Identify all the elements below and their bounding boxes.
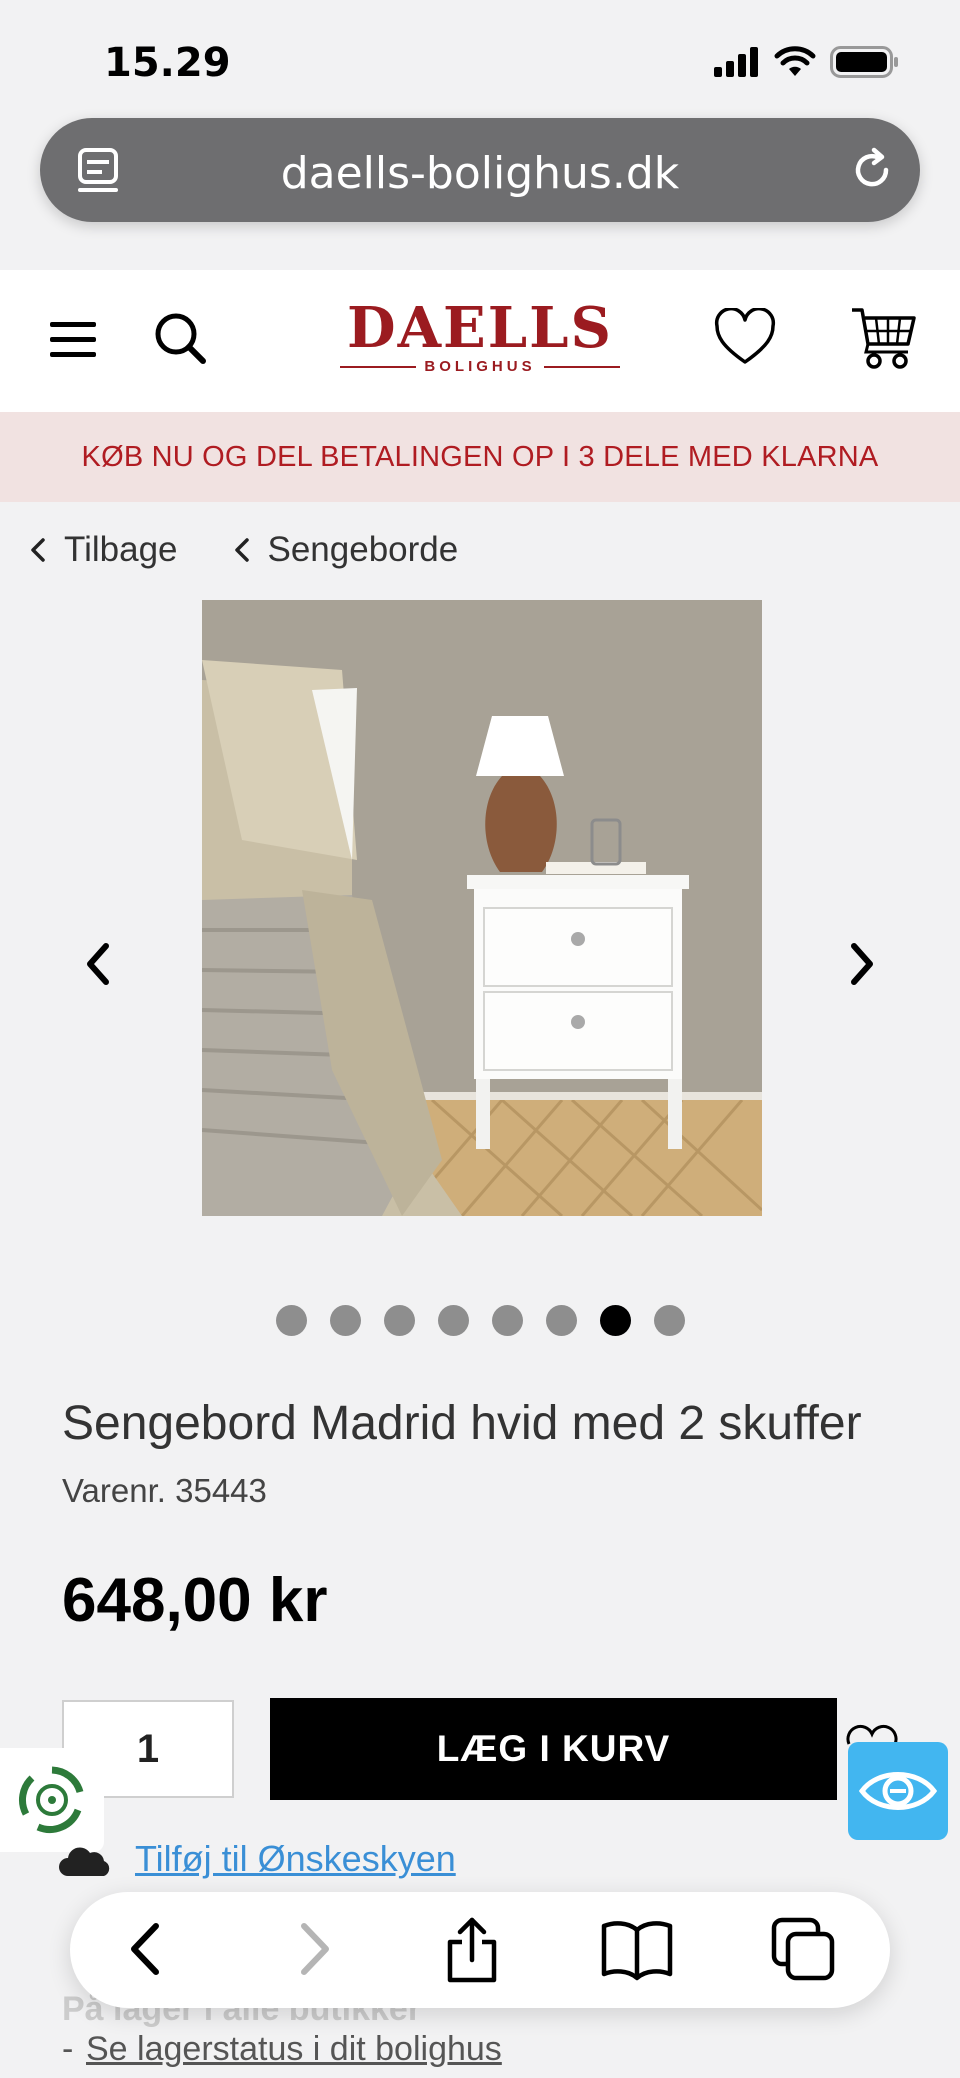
bookmarks-icon[interactable] xyxy=(600,1916,674,1982)
browser-toolbar xyxy=(70,1892,890,2008)
cart-icon[interactable] xyxy=(850,304,916,370)
address-bar[interactable]: daells-bolighus.dk xyxy=(40,118,920,222)
gallery-dot[interactable] xyxy=(653,1305,685,1336)
promo-text: KØB NU OG DEL BETALINGEN OP I 3 DELE MED… xyxy=(81,440,879,473)
logo-rule-left xyxy=(340,365,417,368)
gallery-next-arrow-icon[interactable] xyxy=(846,940,878,988)
gallery-prev-arrow-icon[interactable] xyxy=(82,940,114,988)
tabs-overview-icon[interactable] xyxy=(770,1916,836,1982)
search-icon[interactable] xyxy=(152,310,208,366)
gallery-dot[interactable] xyxy=(437,1305,469,1336)
page: 15.29 daells-bolighus.dk DAELLS BOLIGHUS… xyxy=(0,0,960,2078)
eco-badge[interactable] xyxy=(0,1748,104,1852)
product-title: Sengebord Madrid hvid med 2 skuffer xyxy=(62,1397,862,1450)
breadcrumb-back-label: Tilbage xyxy=(64,530,178,569)
bedside-table-photo xyxy=(202,600,762,1216)
forward-icon[interactable] xyxy=(290,1916,338,1982)
recycle-icon xyxy=(19,1766,84,1833)
brand-logo[interactable]: DAELLS BOLIGHUS xyxy=(340,300,620,375)
battery-icon xyxy=(830,46,898,78)
product-gallery xyxy=(0,600,960,1220)
add-to-cart-button[interactable]: LÆG I KURV xyxy=(270,1698,837,1800)
gallery-dot[interactable] xyxy=(545,1305,577,1336)
brand-name: DAELLS xyxy=(347,295,613,361)
wishlist-heart-icon[interactable] xyxy=(714,308,776,366)
wifi-icon xyxy=(774,46,816,76)
stock-status-link[interactable]: Se lagerstatus i dit bolighus xyxy=(86,2030,502,2069)
breadcrumb-category-label: Sengeborde xyxy=(267,530,459,569)
gallery-dot[interactable] xyxy=(599,1305,631,1336)
stock-link-bullet: - xyxy=(62,2030,74,2068)
chevron-left-icon xyxy=(31,538,45,562)
status-time: 15.29 xyxy=(104,40,231,86)
signal-icon xyxy=(714,47,758,77)
promo-banner[interactable]: KØB NU OG DEL BETALINGEN OP I 3 DELE MED… xyxy=(0,412,960,502)
url-text[interactable]: daells-bolighus.dk xyxy=(40,148,920,199)
breadcrumb-category[interactable]: Sengeborde xyxy=(234,530,459,570)
reload-icon[interactable] xyxy=(846,144,898,196)
brand-sub-text: BOLIGHUS xyxy=(424,358,536,375)
gallery-dot[interactable] xyxy=(329,1305,361,1336)
cloud-icon xyxy=(59,1847,110,1876)
back-icon[interactable] xyxy=(122,1916,170,1982)
accessibility-button[interactable] xyxy=(848,1742,948,1840)
site-header: DAELLS BOLIGHUS xyxy=(0,270,960,412)
gallery-dot[interactable] xyxy=(383,1305,415,1336)
breadcrumb-back[interactable]: Tilbage xyxy=(30,530,178,570)
logo-rule-right xyxy=(543,365,620,368)
status-bar: 15.29 xyxy=(0,0,960,110)
share-icon[interactable] xyxy=(442,1916,502,1984)
accessibility-eye-icon xyxy=(858,1772,938,1810)
chevron-left-icon xyxy=(234,538,249,562)
status-icons xyxy=(714,46,900,78)
gallery-pagination xyxy=(0,1305,960,1336)
breadcrumb: Tilbage Sengeborde xyxy=(30,530,458,570)
menu-icon[interactable] xyxy=(50,320,98,360)
gallery-dot[interactable] xyxy=(491,1305,523,1336)
wishlist-link[interactable]: Tilføj til Ønskeskyen xyxy=(135,1838,456,1880)
product-image[interactable] xyxy=(202,600,762,1216)
product-sku: Varenr. 35443 xyxy=(62,1472,267,1509)
gallery-dot[interactable] xyxy=(275,1305,307,1336)
product-price: 648,00 kr xyxy=(62,1566,328,1635)
